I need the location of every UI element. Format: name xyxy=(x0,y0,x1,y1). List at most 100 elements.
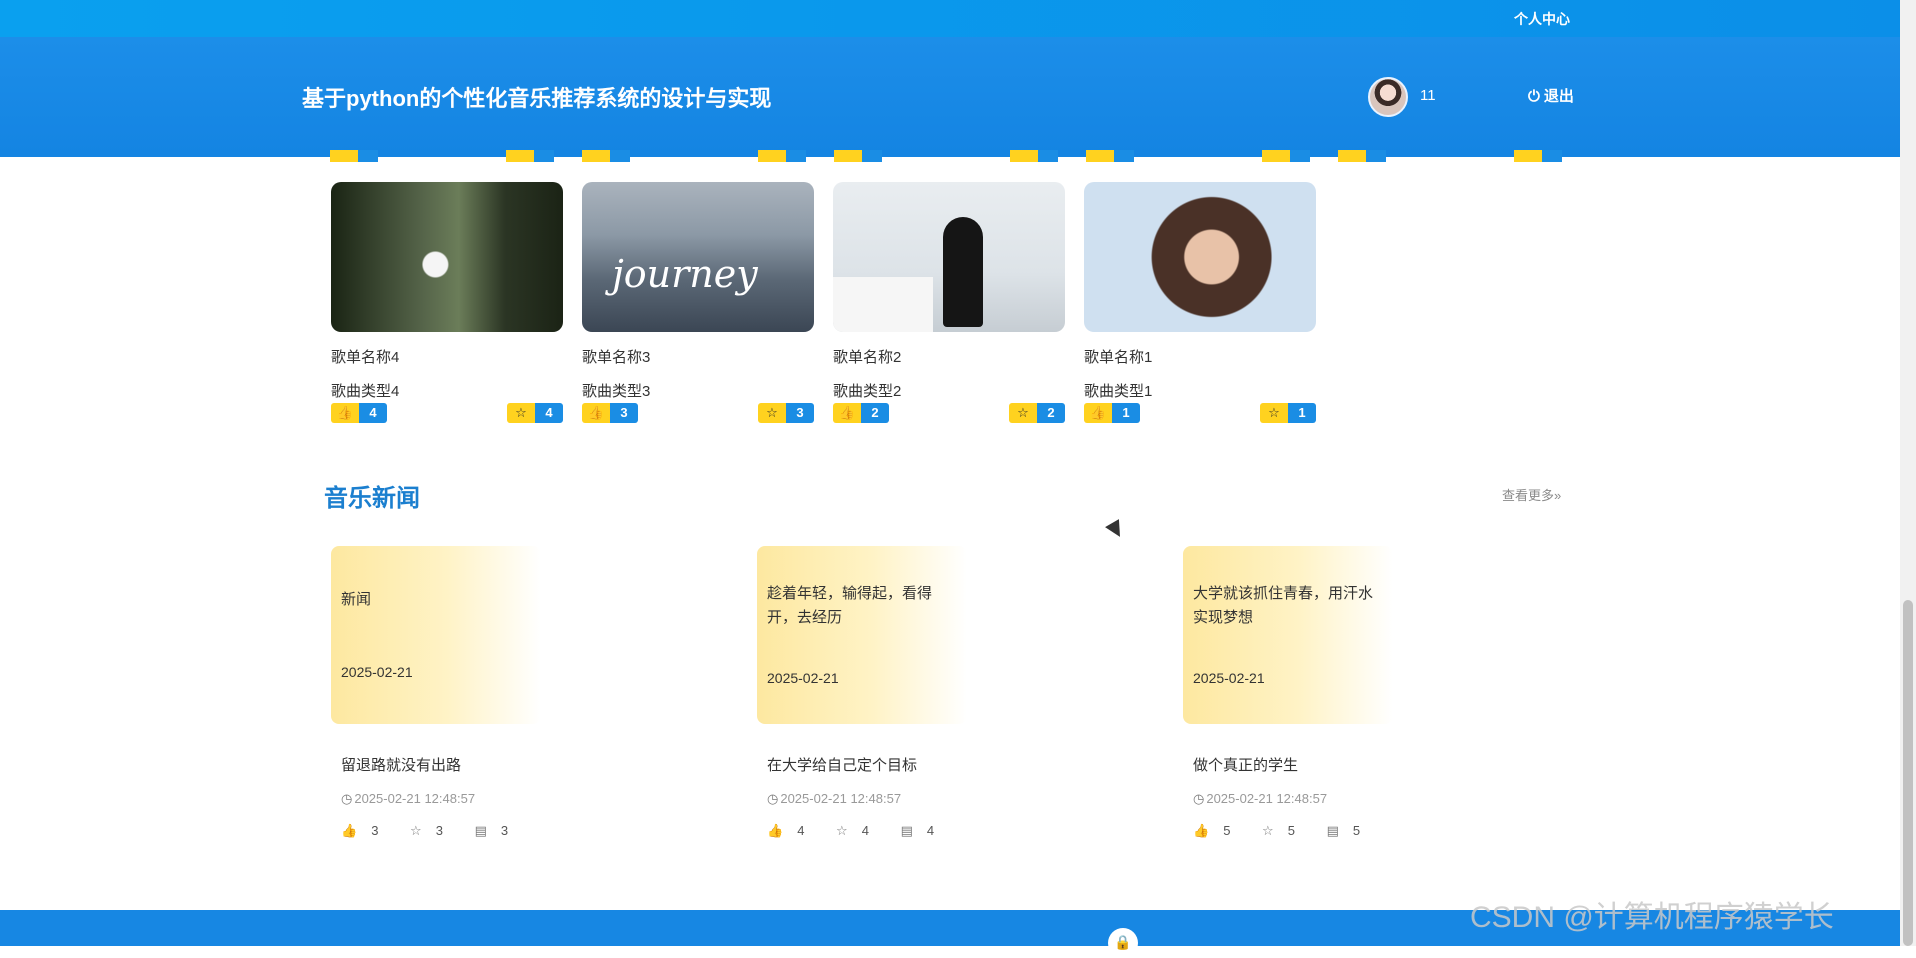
star-icon: ☆ xyxy=(836,823,848,838)
news-title[interactable]: 留退路就没有出路 xyxy=(331,754,731,775)
favorite-count: 4 xyxy=(535,403,563,423)
like-count: 1 xyxy=(1112,403,1140,423)
news-thumb-date: 2025-02-21 xyxy=(767,670,839,686)
thumbs-up-icon: 👍 xyxy=(767,823,784,838)
news-thumb-title: 趁着年轻，输得起，看得开，去经历 xyxy=(767,585,933,626)
thumbs-up-icon: 👍 xyxy=(833,403,861,423)
site-title: 基于python的个性化音乐推荐系统的设计与实现 xyxy=(302,86,772,111)
news-thumbnail[interactable]: 新闻 2025-02-21 xyxy=(331,546,541,724)
news-thumb-title: 大学就该抓住青春，用汗水实现梦想 xyxy=(1193,585,1374,626)
favorite-count: 1 xyxy=(1288,403,1316,423)
news-stats: 👍 3 ☆ 3 ▤ 3 xyxy=(331,823,731,839)
favorite-badge[interactable]: ☆ 3 xyxy=(758,403,814,423)
star-icon: ☆ xyxy=(758,403,786,423)
page-scrollbar[interactable] xyxy=(1900,0,1916,946)
like-badge[interactable]: 👍 2 xyxy=(833,403,889,423)
star-icon: ☆ xyxy=(1009,403,1037,423)
like-count: 4 xyxy=(359,403,387,423)
power-icon: ⏻ xyxy=(1528,88,1540,105)
username[interactable]: 11 xyxy=(1420,87,1436,104)
favorite-badge[interactable]: ☆ 1 xyxy=(1260,403,1316,423)
scrollbar-thumb[interactable] xyxy=(1903,600,1913,946)
thumbs-up-icon: 👍 xyxy=(1084,403,1112,423)
lock-icon[interactable]: 🔒 xyxy=(1108,928,1138,958)
news-thumbnail[interactable]: 大学就该抓住青春，用汗水实现梦想 2025-02-21 xyxy=(1183,546,1393,724)
like-stat: 👍 5 xyxy=(1193,823,1231,838)
comment-icon: ▤ xyxy=(900,823,913,838)
song-type: 歌曲类型3 xyxy=(582,383,651,400)
news-thumbnail[interactable]: 趁着年轻，输得起，看得开，去经历 2025-02-21 xyxy=(757,546,967,724)
news-stats: 👍 4 ☆ 4 ▤ 4 xyxy=(757,823,1157,839)
comment-icon: ▤ xyxy=(474,823,487,838)
star-icon: ☆ xyxy=(1262,823,1274,838)
news-card[interactable]: 趁着年轻，输得起，看得开，去经历 2025-02-21 在大学给自己定个目标 ◷… xyxy=(757,546,1157,839)
thumbs-up-icon: 👍 xyxy=(1193,823,1210,838)
thumbs-up-icon: 👍 xyxy=(341,823,358,838)
watermark: CSDN @计算机程序猿学长 xyxy=(1470,901,1834,934)
logout-button[interactable]: ⏻ 退出 xyxy=(1528,85,1574,106)
song-cover-image[interactable] xyxy=(1084,182,1316,332)
like-count: 3 xyxy=(610,403,638,423)
view-more-link[interactable]: 查看更多» xyxy=(1502,485,1561,504)
previous-row-badges xyxy=(330,150,1580,162)
news-title[interactable]: 做个真正的学生 xyxy=(1183,754,1583,775)
like-badge[interactable]: 👍 4 xyxy=(331,403,387,423)
news-thumb-date: 2025-02-21 xyxy=(341,664,413,680)
news-time: ◷ 2025-02-21 12:48:57 xyxy=(767,791,902,806)
like-stat: 👍 3 xyxy=(341,823,379,838)
song-name[interactable]: 歌单名称1 xyxy=(1084,346,1316,366)
song-card[interactable]: 歌单名称1 歌曲类型1 👍 1 ☆ 1 xyxy=(1084,182,1316,423)
like-count: 2 xyxy=(861,403,889,423)
news-thumb-title: 新闻 xyxy=(341,591,372,608)
news-time: ◷ 2025-02-21 12:48:57 xyxy=(341,791,476,806)
song-cover-image[interactable]: journey xyxy=(582,182,814,332)
song-name[interactable]: 歌单名称4 xyxy=(331,346,563,366)
comment-stat: ▤ 3 xyxy=(474,823,509,838)
song-card[interactable]: journey 歌单名称3 歌曲类型3 👍 3 ☆ 3 xyxy=(582,182,814,423)
like-badge[interactable]: 👍 3 xyxy=(582,403,638,423)
news-card[interactable]: 新闻 2025-02-21 留退路就没有出路 ◷ 2025-02-21 12:48… xyxy=(331,546,731,839)
clock-icon: ◷ xyxy=(1193,791,1205,806)
news-thumb-date: 2025-02-21 xyxy=(1193,670,1265,686)
news-title[interactable]: 在大学给自己定个目标 xyxy=(757,754,1157,775)
song-type: 歌曲类型1 xyxy=(1084,383,1153,400)
star-icon: ☆ xyxy=(410,823,422,838)
avatar[interactable] xyxy=(1368,77,1408,117)
news-stats: 👍 5 ☆ 5 ▤ 5 xyxy=(1183,823,1583,839)
clock-icon: ◷ xyxy=(767,791,779,806)
cover-text: journey xyxy=(612,252,758,296)
like-stat: 👍 4 xyxy=(767,823,805,838)
comment-stat: ▤ 5 xyxy=(1326,823,1361,838)
favorite-count: 3 xyxy=(786,403,814,423)
star-icon: ☆ xyxy=(507,403,535,423)
song-cover-image[interactable] xyxy=(331,182,563,332)
clock-icon: ◷ xyxy=(341,791,353,806)
favorite-badge[interactable]: ☆ 4 xyxy=(507,403,563,423)
favorite-stat: ☆ 5 xyxy=(1262,823,1295,838)
logout-label: 退出 xyxy=(1543,88,1574,105)
thumbs-up-icon: 👍 xyxy=(582,403,610,423)
favorite-count: 2 xyxy=(1037,403,1065,423)
favorite-badge[interactable]: ☆ 2 xyxy=(1009,403,1065,423)
comment-icon: ▤ xyxy=(1326,823,1339,838)
mouse-cursor-icon xyxy=(1105,519,1127,541)
favorite-stat: ☆ 4 xyxy=(836,823,869,838)
star-icon: ☆ xyxy=(1260,403,1288,423)
user-center-link[interactable]: 个人中心 xyxy=(1514,9,1570,29)
thumbs-up-icon: 👍 xyxy=(331,403,359,423)
song-card[interactable]: 歌单名称2 歌曲类型2 👍 2 ☆ 2 xyxy=(833,182,1065,423)
song-cover-image[interactable] xyxy=(833,182,1065,332)
song-type: 歌曲类型4 xyxy=(331,383,400,400)
top-bar: 个人中心 xyxy=(0,0,1900,37)
section-title: 音乐新闻 xyxy=(324,485,420,512)
song-name[interactable]: 歌单名称2 xyxy=(833,346,1065,366)
site-header: 基于python的个性化音乐推荐系统的设计与实现 11 ⏻ 退出 xyxy=(0,37,1900,157)
song-type: 歌曲类型2 xyxy=(833,383,902,400)
like-badge[interactable]: 👍 1 xyxy=(1084,403,1140,423)
favorite-stat: ☆ 3 xyxy=(410,823,443,838)
news-time: ◷ 2025-02-21 12:48:57 xyxy=(1193,791,1328,806)
comment-stat: ▤ 4 xyxy=(900,823,935,838)
song-name[interactable]: 歌单名称3 xyxy=(582,346,814,366)
news-card[interactable]: 大学就该抓住青春，用汗水实现梦想 2025-02-21 做个真正的学生 ◷ 202… xyxy=(1183,546,1583,839)
song-card[interactable]: 歌单名称4 歌曲类型4 👍 4 ☆ 4 xyxy=(331,182,563,423)
